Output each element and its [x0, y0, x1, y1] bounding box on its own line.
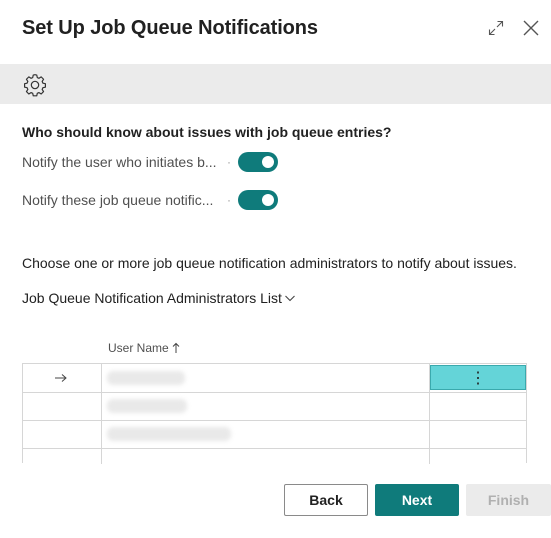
admin-list-part-menu[interactable]: Job Queue Notification Administrators Li… — [22, 290, 296, 306]
gear-icon — [24, 74, 46, 97]
action-bar — [0, 64, 551, 104]
close-icon — [523, 20, 539, 36]
table-row-new[interactable] — [23, 448, 526, 464]
column-header-user-name[interactable]: User Name — [108, 341, 180, 355]
dialog-title: Set Up Job Queue Notifications — [22, 17, 318, 39]
user-name-cell-redacted — [107, 427, 231, 441]
notify-initiator-field: Notify the user who initiates b... · — [22, 150, 292, 174]
notify-admins-toggle[interactable] — [238, 190, 278, 210]
more-options-button[interactable]: ⋮ — [430, 365, 526, 390]
field-separator: · — [227, 155, 231, 169]
sort-ascending-icon — [172, 342, 180, 354]
column-divider — [101, 364, 102, 464]
column-header-label: User Name — [108, 341, 169, 355]
expand-button[interactable] — [484, 16, 508, 40]
part-title: Job Queue Notification Administrators Li… — [22, 290, 282, 306]
column-divider — [429, 364, 430, 464]
arrow-right-icon — [53, 370, 69, 386]
toggle-knob — [262, 156, 274, 168]
notify-admins-field: Notify these job queue notific... · — [22, 188, 292, 212]
section-question: Who should know about issues with job qu… — [22, 124, 392, 140]
notify-initiator-toggle[interactable] — [238, 152, 278, 172]
field-label: Notify the user who initiates b... — [22, 154, 217, 170]
back-button[interactable]: Back — [284, 484, 368, 516]
user-name-cell-redacted — [107, 371, 185, 385]
chevron-down-icon — [284, 292, 296, 304]
finish-button[interactable]: Finish — [466, 484, 551, 516]
toggle-knob — [262, 194, 274, 206]
expand-diagonal-icon — [488, 20, 504, 36]
field-separator: · — [227, 193, 231, 207]
admin-list-grid: ⋮ — [22, 363, 527, 464]
field-label: Notify these job queue notific... — [22, 192, 214, 208]
next-button[interactable]: Next — [375, 484, 459, 516]
user-name-cell-redacted — [107, 399, 187, 413]
table-row[interactable] — [23, 420, 526, 449]
info-text: Choose one or more job queue notificatio… — [22, 255, 517, 271]
table-row[interactable]: ⋮ — [23, 364, 526, 393]
close-button[interactable] — [519, 16, 543, 40]
settings-button[interactable] — [22, 72, 48, 98]
table-row[interactable] — [23, 392, 526, 421]
